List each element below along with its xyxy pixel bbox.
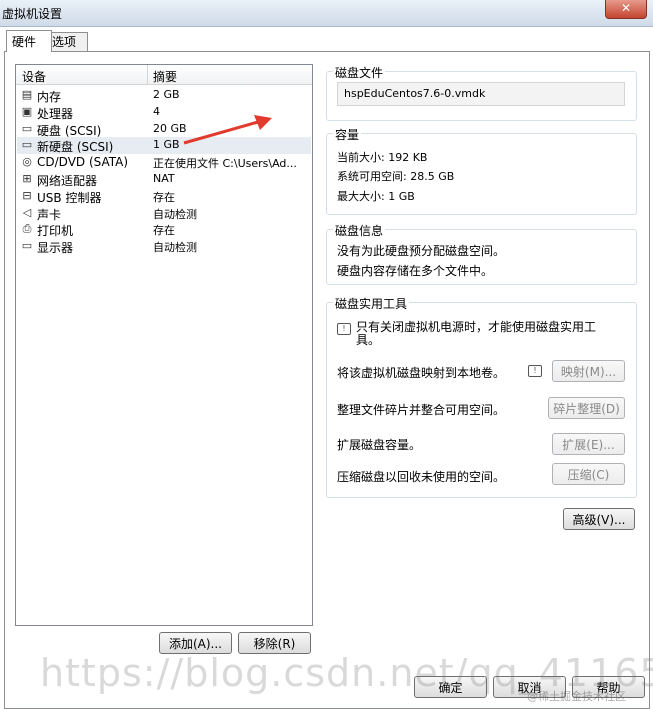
utilities-notice-line1: 只有关闭虚拟机电源时，才能使用磁盘实用工 [356, 320, 597, 334]
harddisk-icon: ▭ [21, 121, 33, 135]
info-icon: ! [528, 365, 542, 377]
expand-button[interactable]: 扩展(E)... [552, 433, 625, 455]
device-name: 打印机 [37, 224, 74, 239]
device-summary: 自动检测 [153, 241, 197, 255]
printer-icon: ⎙ [22, 222, 32, 236]
device-row[interactable]: ⊟ USB 控制器 存在 [17, 188, 311, 205]
device-name: 显示器 [37, 241, 74, 256]
close-button[interactable]: ✕ [605, 0, 647, 19]
device-name: 新硬盘 (SCSI) [37, 140, 114, 155]
capacity-title: 容量 [333, 126, 362, 143]
disk-file-title: 磁盘文件 [333, 64, 386, 81]
device-summary: 存在 [153, 190, 175, 204]
device-summary: 自动检测 [153, 207, 197, 221]
device-row[interactable]: ◎ CD/DVD (SATA) 正在使用文件 C:\Users\Ad... [17, 154, 311, 171]
device-row[interactable]: ▭ 显示器 自动检测 [17, 238, 311, 256]
column-header-device[interactable]: 设备 [22, 68, 46, 85]
disk-file-value: hspEduCentos7.6-0.vmdk [344, 87, 486, 100]
annotation-arrow-icon [183, 115, 272, 145]
disk-utilities-title: 磁盘实用工具 [333, 295, 410, 312]
map-description: 将该虚拟机磁盘映射到本地卷。 [337, 366, 506, 380]
sound-card-icon: ◁ [22, 205, 32, 219]
window-title: 虚拟机设置 [2, 7, 63, 21]
system-available-text: 系统可用空间: 28.5 GB [337, 170, 455, 183]
watermark-text-secondary: @稀土掘金技术社区 [527, 690, 626, 703]
device-summary: 4 [153, 104, 160, 118]
tab-hardware[interactable]: 硬件 [6, 30, 52, 52]
compact-description: 压缩磁盘以回收未使用的空间。 [337, 470, 506, 484]
utilities-notice-line2: 具。 [356, 333, 381, 347]
device-row[interactable]: ⊞ 网络适配器 NAT [17, 171, 311, 188]
defrag-description: 整理文件碎片并整合可用空间。 [337, 403, 506, 417]
device-summary: NAT [153, 172, 175, 185]
device-list[interactable]: 设备 摘要 ▤ 内存 2 GB ▣ 处理器 4 ▭ 硬盘 (SCSI) 20 GB ▭ 新硬盘 (S… [15, 64, 313, 626]
disk-info-title: 磁盘信息 [333, 222, 386, 239]
disk-info-line2: 硬盘内容存储在多个文件中。 [337, 264, 494, 278]
current-size-text: 当前大小: 192 KB [337, 151, 428, 164]
device-row[interactable]: ⎙ 打印机 存在 [17, 221, 311, 239]
device-name: 声卡 [37, 207, 62, 222]
usb-controller-icon: ⊟ [22, 188, 32, 202]
disk-file-field[interactable]: hspEduCentos7.6-0.vmdk [337, 82, 625, 106]
device-name: 处理器 [37, 106, 74, 121]
device-name: 硬盘 (SCSI) [37, 123, 102, 138]
close-icon: ✕ [620, 1, 632, 15]
device-name: 网络适配器 [37, 174, 98, 188]
map-button[interactable]: 映射(M)... [552, 360, 625, 382]
device-row[interactable]: ◁ 声卡 自动检测 [17, 205, 311, 222]
device-summary: 1 GB [153, 138, 180, 152]
disk-info-line1: 没有为此硬盘预分配磁盘空间。 [337, 244, 506, 258]
title-bar: 虚拟机设置 ✕ [0, 0, 653, 27]
cd-dvd-icon: ◎ [22, 155, 32, 169]
defrag-button[interactable]: 碎片整理(D) [548, 397, 625, 419]
memory-icon: ▤ [21, 88, 33, 101]
device-name: USB 控制器 [37, 190, 102, 205]
info-icon: ! [337, 323, 351, 335]
column-header-summary[interactable]: 摘要 [153, 68, 177, 85]
network-adapter-icon: ⊞ [22, 172, 32, 185]
advanced-button[interactable]: 高级(V)... [563, 508, 635, 530]
harddisk-icon: ▭ [21, 138, 33, 152]
processor-icon: ▣ [21, 104, 33, 118]
device-name: CD/DVD (SATA) [37, 155, 129, 170]
device-summary: 正在使用文件 C:\Users\Ad... [153, 157, 297, 171]
tab-options[interactable]: 选项 [46, 32, 88, 52]
compact-button[interactable]: 压缩(C) [552, 463, 625, 485]
device-summary: 存在 [153, 224, 175, 238]
column-divider [147, 65, 148, 84]
device-row[interactable]: ▤ 内存 2 GB [17, 87, 311, 104]
expand-description: 扩展磁盘容量。 [337, 438, 422, 452]
device-name: 内存 [37, 90, 62, 104]
display-icon: ▭ [21, 239, 33, 253]
max-size-text: 最大大小: 1 GB [337, 190, 415, 203]
device-list-header: 设备 摘要 [16, 65, 312, 85]
device-summary: 2 GB [153, 88, 180, 101]
